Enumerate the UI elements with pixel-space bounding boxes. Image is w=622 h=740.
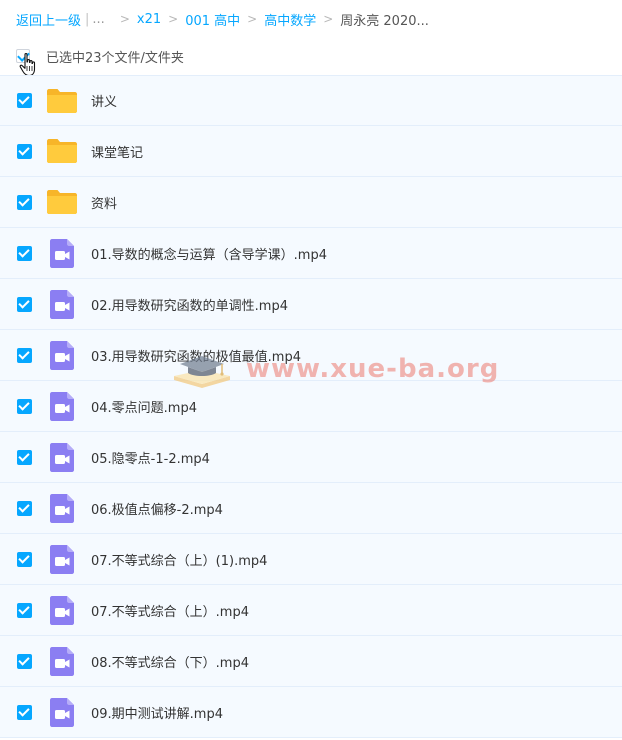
row-checkbox[interactable] <box>17 194 32 210</box>
folder-icon <box>46 135 78 167</box>
selection-count-text: 已选中23个文件/文件夹 <box>46 50 184 66</box>
row-checkbox[interactable] <box>17 347 32 363</box>
file-browser: 返回上一级 | ... > x21 > 001 高中 > 高中数学 > 周永亮 … <box>0 0 622 740</box>
breadcrumb-item-high-school[interactable]: 001 高中 <box>185 10 240 29</box>
file-name[interactable]: 07.不等式综合（上）.mp4 <box>91 601 249 620</box>
video-file-icon <box>46 441 78 473</box>
file-row[interactable]: 07.不等式综合（上）(1).mp4 <box>0 534 622 585</box>
file-row[interactable]: 02.用导数研究函数的单调性.mp4 <box>0 279 622 330</box>
video-file-icon <box>46 696 78 728</box>
chevron-right-icon: > <box>247 12 258 26</box>
breadcrumb-item-math[interactable]: 高中数学 <box>264 10 316 29</box>
breadcrumb-item-x21[interactable]: x21 <box>137 12 161 27</box>
row-checkbox[interactable] <box>17 93 32 108</box>
file-name[interactable]: 课堂笔记 <box>91 142 143 161</box>
file-name[interactable]: 05.隐零点-1-2.mp4 <box>91 448 210 467</box>
breadcrumb: 返回上一级 | ... > x21 > 001 高中 > 高中数学 > 周永亮 … <box>16 8 429 30</box>
video-file-icon <box>46 543 78 575</box>
file-row[interactable]: 07.不等式综合（上）.mp4 <box>0 585 622 636</box>
file-name[interactable]: 讲义 <box>91 91 117 110</box>
file-name[interactable]: 07.不等式综合（上）(1).mp4 <box>91 550 267 569</box>
file-name[interactable]: 09.期中测试讲解.mp4 <box>91 703 223 722</box>
file-row[interactable]: 05.隐零点-1-2.mp4 <box>0 432 622 483</box>
breadcrumb-ellipsis[interactable]: ... <box>92 12 104 27</box>
file-row[interactable]: 课堂笔记 <box>0 126 622 177</box>
video-file-icon <box>46 288 78 320</box>
row-checkbox[interactable] <box>17 398 32 414</box>
file-row[interactable]: 资料 <box>0 177 622 228</box>
folder-icon <box>46 85 78 117</box>
video-file-icon <box>46 645 78 677</box>
row-checkbox[interactable] <box>17 551 32 567</box>
file-name[interactable]: 02.用导数研究函数的单调性.mp4 <box>91 295 288 314</box>
breadcrumb-divider: | <box>85 11 90 27</box>
row-checkbox[interactable] <box>17 602 32 618</box>
row-checkbox[interactable] <box>17 143 32 159</box>
selection-header: 已选中23个文件/文件夹 <box>16 46 184 66</box>
file-list: 讲义 课堂笔记 资料 01.导数的概念与运算（含导学课）.mp4 02.用导数研… <box>0 75 622 738</box>
file-name[interactable]: 06.极值点偏移-2.mp4 <box>91 499 223 518</box>
chevron-right-icon: > <box>168 12 179 26</box>
file-name[interactable]: 资料 <box>91 193 117 212</box>
breadcrumb-current: 周永亮 2020... <box>340 13 429 29</box>
file-name[interactable]: 03.用导数研究函数的极值最值.mp4 <box>91 346 301 365</box>
file-row[interactable]: 08.不等式综合（下）.mp4 <box>0 636 622 687</box>
file-row[interactable]: 06.极值点偏移-2.mp4 <box>0 483 622 534</box>
row-checkbox[interactable] <box>17 245 32 261</box>
row-checkbox[interactable] <box>17 500 32 516</box>
video-file-icon <box>46 594 78 626</box>
file-row[interactable]: 01.导数的概念与运算（含导学课）.mp4 <box>0 228 622 279</box>
back-link[interactable]: 返回上一级 <box>16 10 81 29</box>
file-row[interactable]: 03.用导数研究函数的极值最值.mp4 <box>0 330 622 381</box>
folder-icon <box>46 186 78 218</box>
chevron-right-icon: > <box>323 12 334 26</box>
file-name[interactable]: 01.导数的概念与运算（含导学课）.mp4 <box>91 244 327 263</box>
video-file-icon <box>46 339 78 371</box>
chevron-right-icon: > <box>119 12 130 26</box>
video-file-icon <box>46 237 78 269</box>
file-name[interactable]: 04.零点问题.mp4 <box>91 397 197 416</box>
video-file-icon <box>46 492 78 524</box>
file-row[interactable]: 04.零点问题.mp4 <box>0 381 622 432</box>
file-row[interactable]: 09.期中测试讲解.mp4 <box>0 687 622 738</box>
file-name[interactable]: 08.不等式综合（下）.mp4 <box>91 652 249 671</box>
row-checkbox[interactable] <box>17 704 32 720</box>
row-checkbox[interactable] <box>17 296 32 312</box>
row-checkbox[interactable] <box>17 653 32 669</box>
video-file-icon <box>46 390 78 422</box>
file-row[interactable]: 讲义 <box>0 75 622 126</box>
row-checkbox[interactable] <box>17 449 32 465</box>
